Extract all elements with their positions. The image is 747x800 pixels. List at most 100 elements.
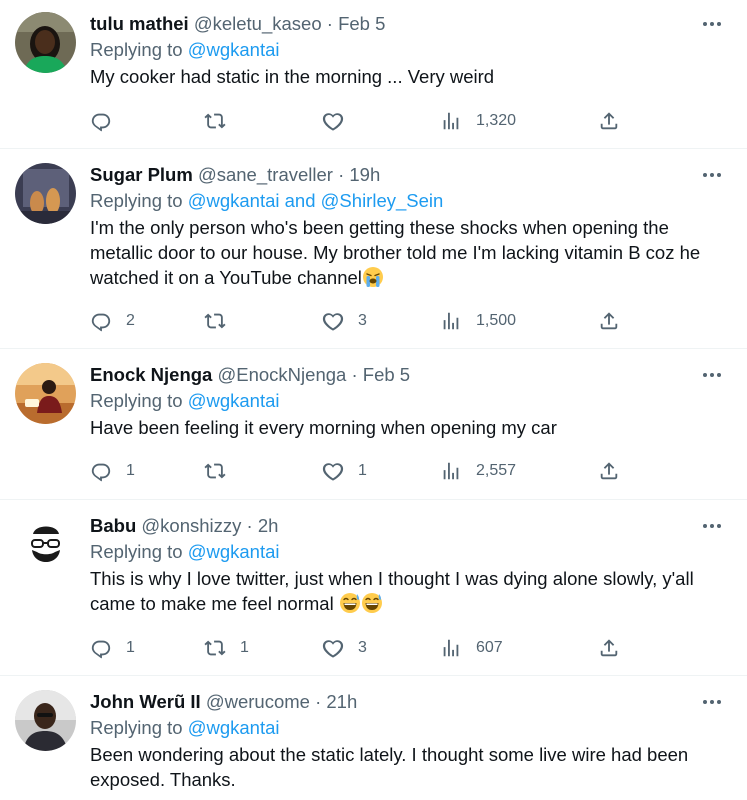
view-count: 607 <box>476 639 503 656</box>
reply-tweet[interactable]: Sugar Plum @sane_traveller · 19h Replyin… <box>0 149 747 349</box>
views-button[interactable]: 1,500 <box>440 307 516 335</box>
share-icon <box>598 460 620 482</box>
share-button[interactable] <box>598 634 620 662</box>
share-icon <box>598 637 620 659</box>
mention-link[interactable]: @wgkantai <box>188 717 280 738</box>
replying-to: Replying to @wgkantai <box>90 714 727 742</box>
replying-to-label: Replying to <box>90 541 183 562</box>
separator-dot: · <box>338 164 345 185</box>
like-button[interactable] <box>322 107 358 135</box>
retweet-icon <box>204 110 226 132</box>
mention-joiner: and <box>284 190 316 211</box>
tweet-text-body: I'm the only person who's been getting t… <box>90 217 701 288</box>
retweet-button[interactable] <box>204 457 240 485</box>
more-icon[interactable] <box>697 514 727 538</box>
timestamp[interactable]: 21h <box>326 691 357 712</box>
replying-to: Replying to @wgkantai <box>90 387 727 415</box>
share-button[interactable] <box>598 107 620 135</box>
reply-tweet[interactable]: John Werũ II @werucome · 21h Replying to… <box>0 676 747 800</box>
avatar[interactable] <box>15 363 76 424</box>
grinning-sweat-face-icon <box>361 593 382 613</box>
mention-link[interactable]: @wgkantai <box>188 390 280 411</box>
tweet-text: I'm the only person who's been getting t… <box>90 215 727 290</box>
timestamp[interactable]: Feb 5 <box>338 13 385 34</box>
like-count: 1 <box>358 462 367 479</box>
view-count: 1,320 <box>476 112 517 129</box>
avatar[interactable] <box>15 12 76 73</box>
retweet-icon <box>204 310 226 332</box>
avatar[interactable] <box>15 514 76 575</box>
separator-dot: · <box>246 515 253 536</box>
retweet-icon <box>204 460 226 482</box>
replying-to-label: Replying to <box>90 390 183 411</box>
more-icon[interactable] <box>697 12 727 36</box>
mention-link[interactable]: @Shirley_Sein <box>321 190 444 211</box>
display-name[interactable]: Babu <box>90 515 136 536</box>
share-button[interactable] <box>598 457 620 485</box>
display-name[interactable]: tulu mathei <box>90 13 189 34</box>
grinning-sweat-face-icon <box>339 593 360 613</box>
user-handle[interactable]: @werucome <box>206 691 310 712</box>
reply-button[interactable] <box>90 107 126 135</box>
like-button[interactable]: 1 <box>322 457 367 485</box>
user-handle[interactable]: @sane_traveller <box>198 164 333 185</box>
tweet-text: Been wondering about the static lately. … <box>90 744 689 790</box>
like-icon <box>322 310 344 332</box>
timestamp[interactable]: Feb 5 <box>363 364 410 385</box>
mention-link[interactable]: @wgkantai <box>188 190 280 211</box>
retweet-count: 1 <box>240 639 249 656</box>
like-icon <box>322 460 344 482</box>
like-count: 3 <box>358 312 367 329</box>
replying-to: Replying to @wgkantai <box>90 36 727 64</box>
reply-tweet[interactable]: tulu mathei @keletu_kaseo · Feb 5 Replyi… <box>0 0 747 149</box>
reply-icon <box>90 310 112 332</box>
timestamp[interactable]: 19h <box>349 164 380 185</box>
like-icon <box>322 637 344 659</box>
avatar[interactable] <box>15 163 76 224</box>
retweet-button[interactable] <box>204 107 240 135</box>
mention-link[interactable]: @wgkantai <box>188 541 280 562</box>
views-icon <box>440 110 462 132</box>
like-button[interactable]: 3 <box>322 307 367 335</box>
retweet-button[interactable] <box>204 307 240 335</box>
reply-icon <box>90 460 112 482</box>
replying-to: Replying to @wgkantai <box>90 538 727 566</box>
display-name[interactable]: Sugar Plum <box>90 164 193 185</box>
views-icon <box>440 637 462 659</box>
timestamp[interactable]: 2h <box>258 515 279 536</box>
user-handle[interactable]: @konshizzy <box>141 515 241 536</box>
replying-to-label: Replying to <box>90 190 183 211</box>
views-button[interactable]: 1,320 <box>440 107 516 135</box>
user-handle[interactable]: @EnockNjenga <box>217 364 346 385</box>
views-button[interactable]: 607 <box>440 634 503 662</box>
more-icon[interactable] <box>697 163 727 187</box>
reply-button[interactable]: 1 <box>90 457 135 485</box>
like-button[interactable]: 3 <box>322 634 367 662</box>
action-bar: 1,320 <box>90 107 630 135</box>
reply-icon <box>90 110 112 132</box>
like-count: 3 <box>358 639 367 656</box>
display-name[interactable]: John Werũ II <box>90 691 201 712</box>
reply-tweet[interactable]: Babu @konshizzy · 2h Replying to @wgkant… <box>0 500 747 676</box>
tweet-text-body: This is why I love twitter, just when I … <box>90 568 694 614</box>
share-icon <box>598 310 620 332</box>
retweet-button[interactable]: 1 <box>204 634 249 662</box>
more-icon[interactable] <box>697 690 727 714</box>
mention-link[interactable]: @wgkantai <box>188 39 280 60</box>
loudly-crying-face-icon <box>362 267 383 287</box>
user-handle[interactable]: @keletu_kaseo <box>194 13 322 34</box>
more-icon[interactable] <box>697 363 727 387</box>
separator-dot: · <box>351 364 358 385</box>
avatar[interactable] <box>15 690 76 751</box>
display-name[interactable]: Enock Njenga <box>90 364 212 385</box>
reply-button[interactable]: 1 <box>90 634 135 662</box>
reply-button[interactable]: 2 <box>90 307 135 335</box>
retweet-icon <box>204 637 226 659</box>
replying-to-label: Replying to <box>90 717 183 738</box>
replying-to-label: Replying to <box>90 39 183 60</box>
share-button[interactable] <box>598 307 620 335</box>
reply-tweet[interactable]: Enock Njenga @EnockNjenga · Feb 5 Replyi… <box>0 349 747 500</box>
views-icon <box>440 310 462 332</box>
views-button[interactable]: 2,557 <box>440 457 516 485</box>
tweet-text: My cooker had static in the morning ... … <box>90 66 495 87</box>
